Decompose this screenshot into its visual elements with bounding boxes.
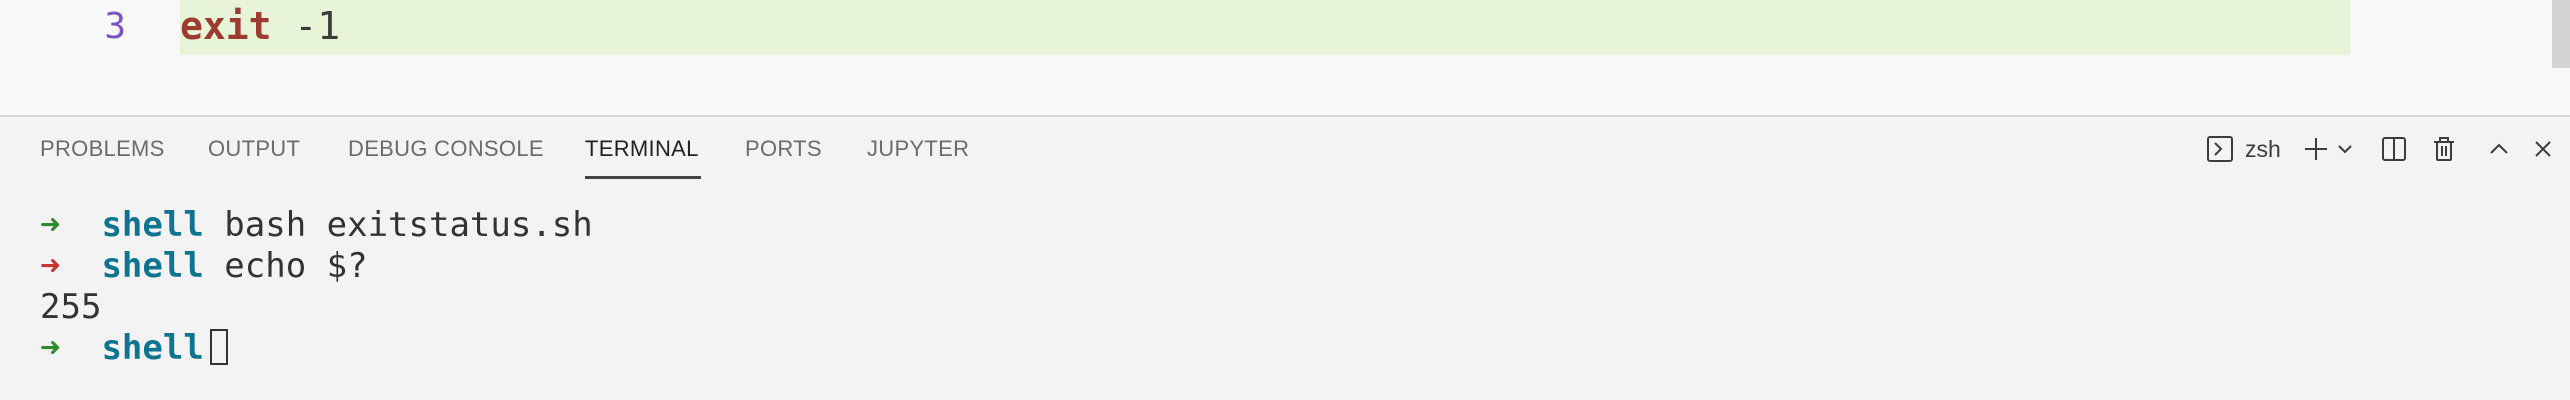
prompt-directory: shell <box>101 246 204 286</box>
tab-terminal[interactable]: TERMINAL <box>585 117 699 181</box>
close-icon[interactable] <box>2527 133 2559 165</box>
code-argument: -1 <box>294 4 341 48</box>
prompt-arrow: ➜ <box>40 328 61 368</box>
line-number: 3 <box>104 6 126 47</box>
tab-problems[interactable]: PROBLEMS <box>40 117 165 181</box>
terminal-command: bash exitstatus.sh <box>224 205 593 245</box>
code-keyword: exit <box>180 4 272 48</box>
split-icon[interactable] <box>2378 133 2410 165</box>
tab-output[interactable]: OUTPUT <box>208 117 300 181</box>
tab-debug-console[interactable]: DEBUG CONSOLE <box>348 117 544 181</box>
bottom-panel: PROBLEMS OUTPUT DEBUG CONSOLE TERMINAL P… <box>0 115 2570 400</box>
terminal-line: ➜ shell <box>40 328 228 369</box>
trash-icon[interactable] <box>2428 133 2460 165</box>
tab-ports[interactable]: PORTS <box>745 117 822 181</box>
terminal-output[interactable]: ➜ shell bash exitstatus.sh ➜ shell echo … <box>0 205 2560 395</box>
chevron-down-icon[interactable] <box>2334 133 2356 165</box>
terminal-line: ➜ shell bash exitstatus.sh <box>40 205 593 246</box>
plus-icon[interactable] <box>2300 133 2332 165</box>
prompt-directory: shell <box>101 328 204 368</box>
chevron-up-icon[interactable] <box>2483 133 2515 165</box>
vscode-window: 3 exit -1 PROBLEMS OUTPUT DEBUG CONSOLE … <box>0 0 2570 400</box>
terminal-command: echo $? <box>224 246 368 286</box>
editor-scrollbar[interactable] <box>2552 0 2570 68</box>
terminal-shell-name[interactable]: zsh <box>2245 133 2281 165</box>
terminal-icon[interactable] <box>2204 133 2236 165</box>
prompt-arrow: ➜ <box>40 205 61 245</box>
code-editor[interactable]: 3 exit -1 <box>0 0 2570 115</box>
prompt-arrow: ➜ <box>40 246 61 286</box>
code-line[interactable]: exit -1 <box>180 0 340 53</box>
active-tab-indicator <box>585 176 701 179</box>
prompt-directory: shell <box>101 205 204 245</box>
terminal-output-line: 255 <box>40 287 102 327</box>
terminal-line: ➜ shell echo $? <box>40 246 368 287</box>
terminal-cursor <box>209 328 228 365</box>
current-line-highlight <box>180 0 2350 55</box>
tab-jupyter[interactable]: JUPYTER <box>867 117 969 181</box>
